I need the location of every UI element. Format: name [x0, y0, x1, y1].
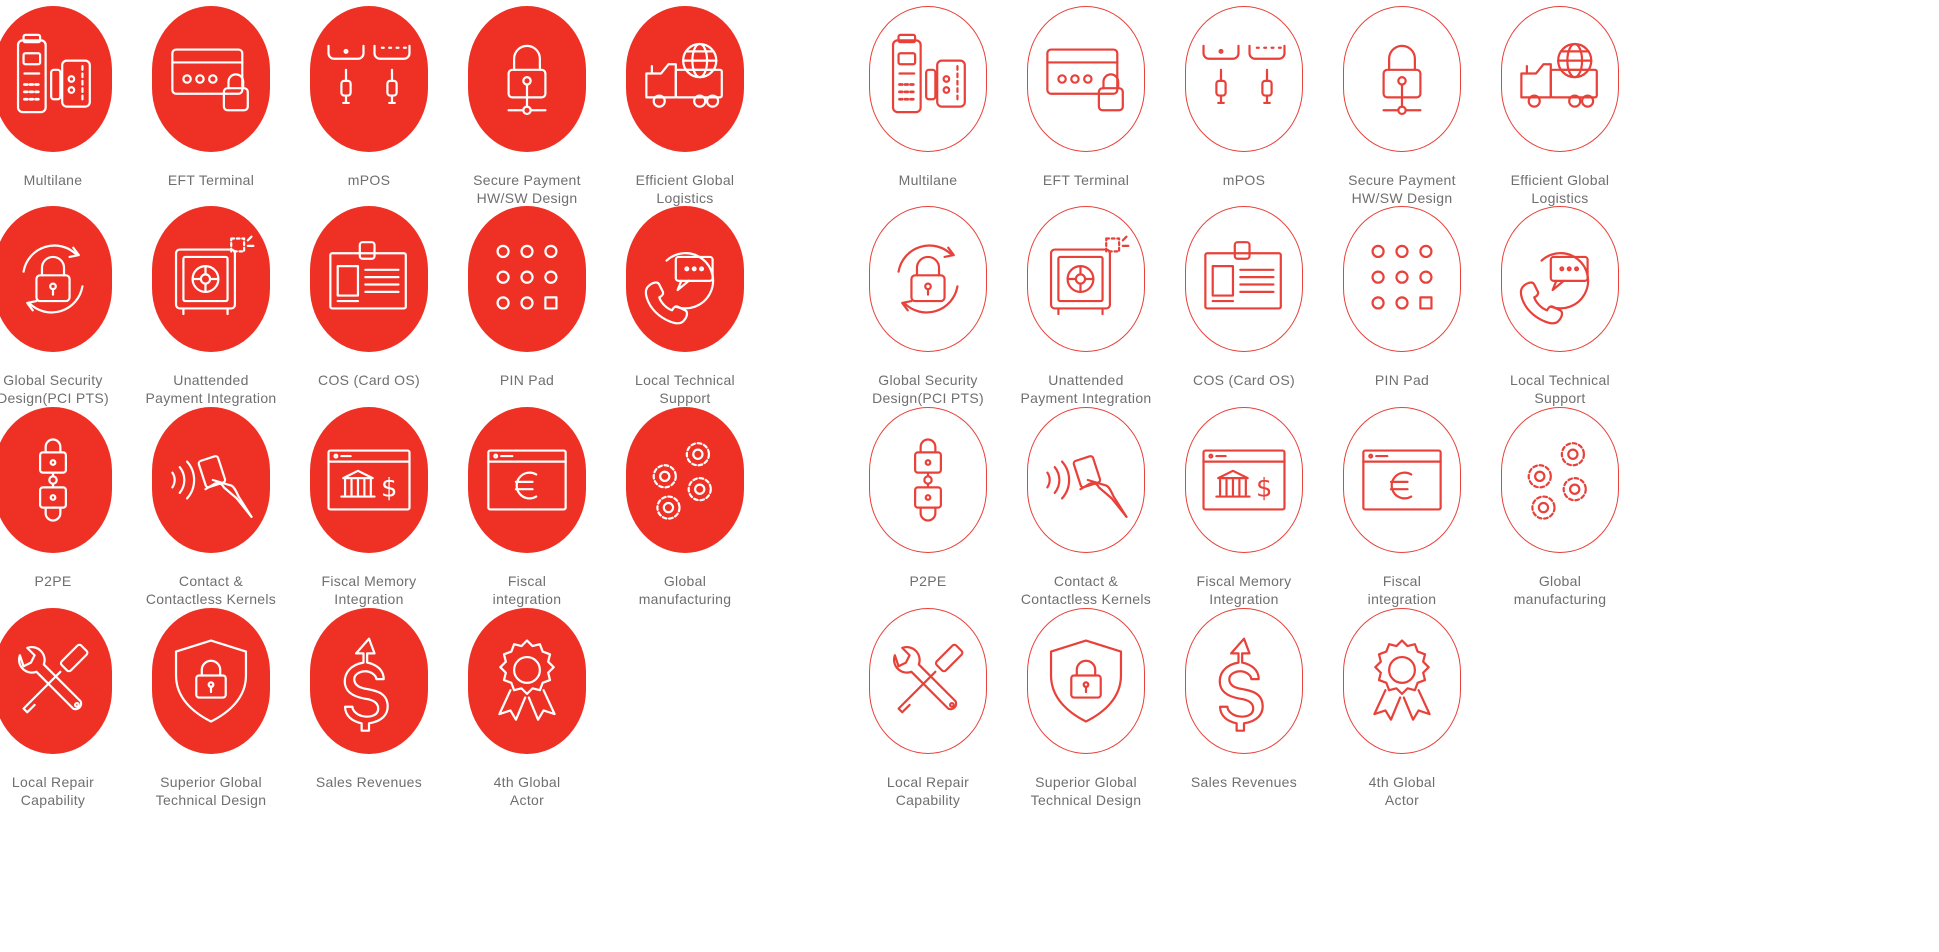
filled-icon-set: Multilane EFT Terminal mPOS Secure Payment …	[0, 0, 930, 952]
feature-tile: 4th Global Actor	[1307, 602, 1497, 827]
badge	[1343, 407, 1461, 553]
mpos-icon	[1202, 44, 1286, 105]
id-card-icon	[329, 241, 407, 310]
badge	[1027, 206, 1145, 352]
secure-payment-lock-icon	[1382, 44, 1422, 116]
badge	[0, 608, 112, 754]
badge	[626, 206, 744, 352]
badge	[1027, 608, 1145, 754]
eft-terminal-icon	[1046, 48, 1124, 112]
svg-text:$: $	[381, 474, 397, 504]
shield-lock-icon	[1049, 639, 1123, 723]
feature-tile: Local Technical Support	[1465, 200, 1655, 425]
badge	[152, 6, 270, 152]
badge	[310, 6, 428, 152]
euro-window-icon	[487, 449, 567, 511]
security-cycle-lock-icon	[22, 244, 84, 314]
id-card-icon	[1204, 241, 1282, 310]
dollar-arrow-icon	[1218, 637, 1264, 732]
badge	[869, 407, 987, 553]
contactless-card-icon	[1046, 455, 1128, 518]
badge	[1343, 206, 1461, 352]
badge	[1343, 6, 1461, 152]
p2pe-locks-icon	[39, 438, 67, 522]
badge	[869, 6, 987, 152]
feature-tile: 4th Global Actor	[432, 602, 622, 827]
pin-pad-icon	[1371, 244, 1433, 310]
feature-tile: Efficient Global Logistics	[590, 0, 780, 225]
secure-payment-lock-icon	[507, 44, 547, 116]
feature-tile: Global manufacturing	[590, 401, 780, 626]
badge	[310, 608, 428, 754]
badge	[152, 608, 270, 754]
logistics-truck-icon	[1520, 42, 1598, 108]
outline-icon-set: Multilane EFT Terminal mPOS Secure Payment …	[869, 0, 1939, 952]
award-ribbon-icon	[498, 639, 556, 721]
badge	[468, 6, 586, 152]
badge	[1501, 206, 1619, 352]
pin-pad-icon	[496, 244, 558, 310]
badge	[1343, 608, 1461, 754]
phone-support-icon	[1519, 252, 1590, 325]
fiscal-bank-window-icon: $	[327, 449, 411, 511]
badge	[869, 608, 987, 754]
gears-icon	[652, 442, 712, 520]
badge	[1501, 407, 1619, 553]
contactless-card-icon	[171, 455, 253, 518]
badge	[1185, 608, 1303, 754]
feature-tile: Global manufacturing	[1465, 401, 1655, 626]
security-cycle-lock-icon	[897, 244, 959, 314]
feature-tile: Local Technical Support	[590, 200, 780, 425]
badge	[152, 407, 270, 553]
wrench-screwdriver-icon	[893, 643, 964, 714]
safe-vault-icon	[174, 235, 255, 316]
badge	[626, 6, 744, 152]
badge: $	[310, 407, 428, 553]
badge	[0, 6, 112, 152]
badge	[310, 206, 428, 352]
dollar-arrow-icon	[343, 637, 389, 732]
multilane-terminal-icon	[891, 33, 966, 114]
badge	[1501, 6, 1619, 152]
badge	[468, 407, 586, 553]
badge	[468, 608, 586, 754]
mpos-icon	[327, 44, 411, 105]
badge	[1185, 6, 1303, 152]
logistics-truck-icon	[645, 42, 723, 108]
badge	[626, 407, 744, 553]
badge	[1185, 206, 1303, 352]
badge	[468, 206, 586, 352]
multilane-terminal-icon	[16, 33, 91, 114]
p2pe-locks-icon	[914, 438, 942, 522]
badge	[152, 206, 270, 352]
badge	[0, 407, 112, 553]
euro-window-icon	[1362, 449, 1442, 511]
fiscal-bank-window-icon: $	[1202, 449, 1286, 511]
tile-label: 4th Global Actor	[493, 774, 561, 808]
badge	[1027, 6, 1145, 152]
feature-tile: Efficient Global Logistics	[1465, 0, 1655, 225]
svg-text:$: $	[1256, 474, 1272, 504]
eft-terminal-icon	[171, 48, 249, 112]
award-ribbon-icon	[1373, 639, 1431, 721]
wrench-screwdriver-icon	[18, 643, 89, 714]
phone-support-icon	[644, 252, 715, 325]
gears-icon	[1527, 442, 1587, 520]
badge: $	[1185, 407, 1303, 553]
safe-vault-icon	[1049, 235, 1130, 316]
shield-lock-icon	[174, 639, 248, 723]
tile-label: 4th Global Actor	[1368, 774, 1436, 808]
badge	[0, 206, 112, 352]
badge	[869, 206, 987, 352]
badge	[1027, 407, 1145, 553]
